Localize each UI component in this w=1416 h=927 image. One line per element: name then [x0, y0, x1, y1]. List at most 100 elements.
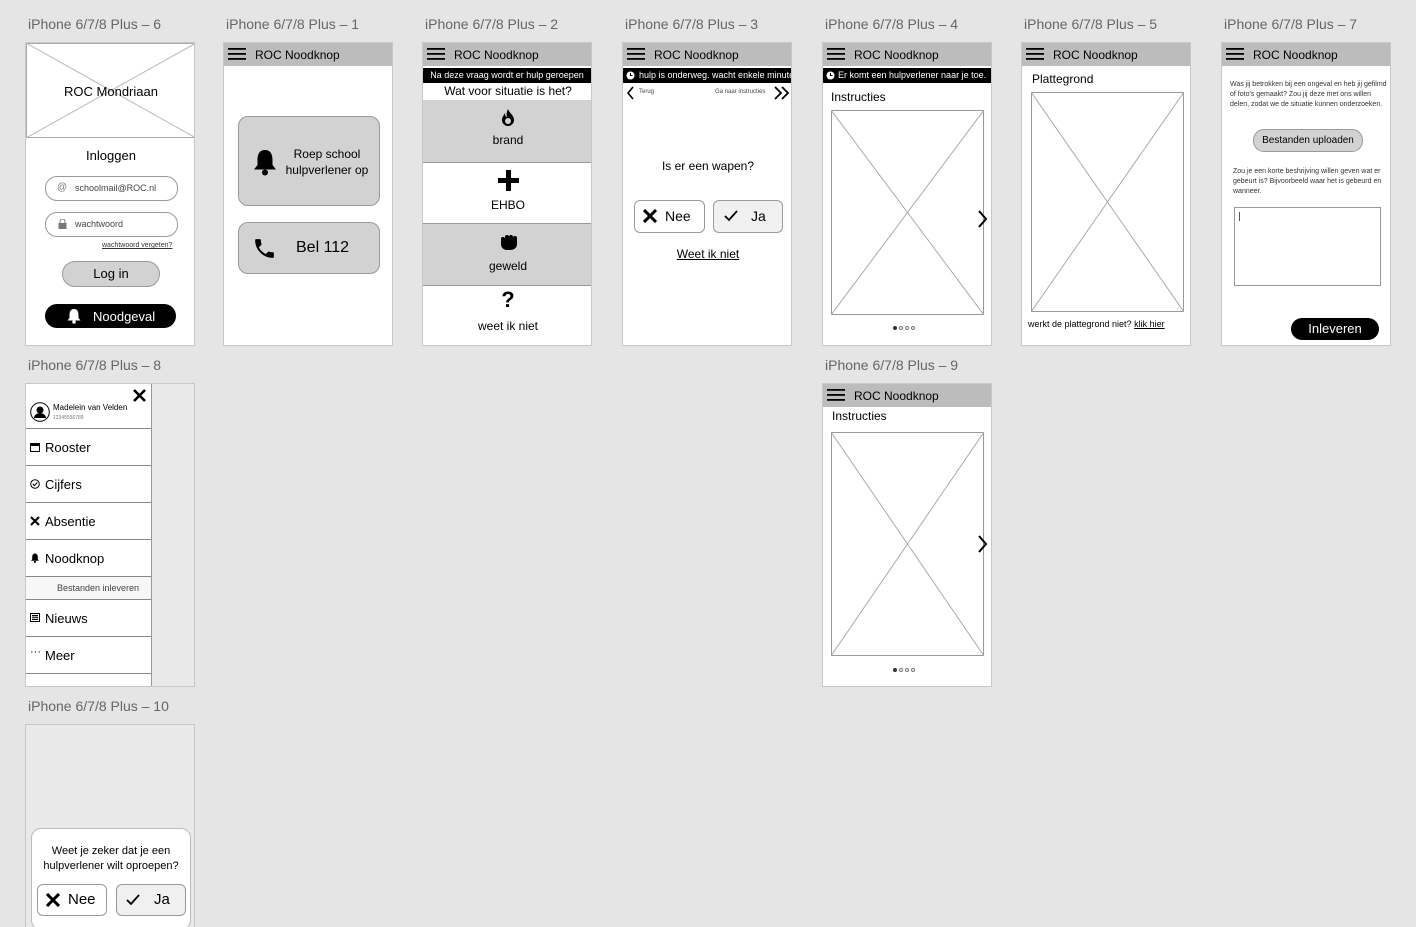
artboard-login: ROC Mondriaan Inloggen @ schoolmail@ROC.…	[25, 42, 195, 346]
call-112-button[interactable]: Bel 112	[238, 222, 380, 274]
app-title: ROC Noodknop	[255, 48, 340, 62]
email-field[interactable]: @ schoolmail@ROC.nl	[45, 176, 178, 201]
submit-button[interactable]: Inleveren	[1291, 318, 1379, 340]
hamburger-icon[interactable]	[427, 48, 445, 60]
login-button[interactable]: Log in	[62, 261, 160, 287]
menu-item-noodknop[interactable]: Noodknop	[26, 540, 151, 577]
menu-item-rooster[interactable]: Rooster	[26, 429, 151, 466]
top-bar: ROC Noodknop	[224, 43, 392, 66]
email-placeholder: schoolmail@ROC.nl	[75, 183, 157, 193]
password-field[interactable]: wachtwoord	[45, 212, 178, 237]
question-mark-icon: ?	[501, 287, 515, 312]
hamburger-icon[interactable]	[827, 389, 845, 401]
double-chevron-right-icon	[774, 86, 790, 100]
upload-files-button[interactable]: Bestanden uploaden	[1253, 129, 1363, 152]
option-violence[interactable]: geweld	[423, 224, 591, 286]
option-label: brand	[492, 133, 524, 147]
menu-item-label: Absentie	[45, 514, 96, 529]
yes-label: Ja	[154, 891, 170, 908]
warning-banner: Na deze vraag wordt er hulp geroepen	[423, 68, 591, 83]
status-banner: hulp is onderweg. wacht enkele minuten	[623, 68, 791, 83]
app-title: ROC Noodknop	[854, 48, 939, 62]
forgot-password-link[interactable]: wachtwoord vergeten?	[102, 242, 172, 249]
floorplan-image-placeholder	[1031, 92, 1184, 312]
more-icon: ···	[30, 646, 41, 658]
user-profile[interactable]: Madelein van Velden 12345556789	[26, 384, 151, 429]
bell-icon	[67, 309, 81, 324]
no-button[interactable]: Nee	[37, 884, 107, 916]
user-name: Madelein van Velden	[53, 403, 128, 412]
option-label: geweld	[488, 259, 528, 273]
to-instructions-label: Ga naar instructies	[715, 89, 766, 95]
menu-item-meer[interactable]: ··· Meer	[26, 637, 151, 674]
check-icon	[724, 210, 738, 222]
artboard-label: iPhone 6/7/8 Plus – 3	[625, 16, 759, 32]
yes-button[interactable]: Ja	[116, 884, 186, 916]
app-title: ROC Noodknop	[854, 389, 939, 403]
status-banner-text: hulp is onderweg. wacht enkele minuten	[639, 70, 791, 80]
calendar-icon	[30, 443, 40, 452]
artboard-label: iPhone 6/7/8 Plus – 8	[28, 357, 162, 373]
hamburger-icon[interactable]	[1226, 48, 1244, 60]
app-title: ROC Noodknop	[1053, 48, 1138, 62]
artboard-confirm: Weet je zeker dat je een hulpverlener wi…	[25, 724, 195, 927]
to-instructions-link[interactable]: Ga naar instructies	[715, 86, 791, 100]
emergency-label: Noodgeval	[93, 309, 156, 324]
emergency-button[interactable]: Noodgeval	[45, 304, 176, 328]
yes-button[interactable]: Ja	[713, 200, 783, 233]
top-bar: ROC Noodknop	[623, 43, 791, 66]
option-first-aid[interactable]: EHBO	[423, 163, 591, 224]
menu-subitem-files[interactable]: Bestanden inleveren	[26, 577, 151, 600]
at-icon: @	[57, 182, 68, 193]
top-bar: ROC Noodknop	[1022, 43, 1190, 66]
clock-icon	[626, 71, 635, 80]
clock-icon	[826, 71, 835, 80]
floorplan-footer: werkt de plattegrond niet? klik hier	[1028, 319, 1165, 329]
option-label: weet ik niet	[477, 319, 539, 333]
plus-icon	[498, 170, 519, 191]
menu-item-absentie[interactable]: Absentie	[26, 503, 151, 540]
floorplan-footer-text: werkt de plattegrond niet?	[1028, 319, 1132, 329]
option-unknown[interactable]: ? weet ik niet	[423, 286, 591, 345]
floorplan-click-here-link[interactable]: klik hier	[1134, 319, 1165, 329]
option-fire[interactable]: brand	[423, 100, 591, 163]
artboard-instructions-2: ROC Noodknop Instructies	[822, 383, 992, 687]
password-placeholder: wachtwoord	[75, 219, 124, 229]
chevron-left-icon	[626, 86, 634, 100]
instructions-heading: Instructies	[832, 409, 887, 423]
menu-item-cijfers[interactable]: Cijfers	[26, 466, 151, 503]
hamburger-icon[interactable]	[228, 48, 246, 60]
description-textarea[interactable]	[1234, 207, 1381, 286]
menu-item-nieuws[interactable]: Nieuws	[26, 600, 151, 637]
no-button[interactable]: Nee	[634, 200, 705, 233]
phone-icon	[255, 239, 274, 258]
artboard-menu: Madelein van Velden 12345556789 Rooster …	[25, 383, 195, 687]
yes-label: Ja	[751, 208, 766, 224]
top-bar: ROC Noodknop	[823, 384, 991, 407]
lock-icon	[58, 219, 67, 229]
call-112-label: Bel 112	[296, 239, 350, 256]
hamburger-icon[interactable]	[827, 48, 845, 60]
call-school-button[interactable]: Roep school hulpverlener op	[238, 116, 380, 206]
artboard-label: iPhone 6/7/8 Plus – 9	[825, 357, 959, 373]
menu-item-label: Noodknop	[45, 551, 105, 566]
hamburger-icon[interactable]	[627, 48, 645, 60]
close-icon	[643, 209, 657, 223]
app-title: ROC Noodknop	[654, 48, 739, 62]
bell-icon	[254, 150, 276, 176]
hamburger-icon[interactable]	[1026, 48, 1044, 60]
dont-know-link[interactable]: Weet ik niet	[623, 247, 791, 261]
artboard-floorplan: ROC Noodknop Plattegrond werkt de platte…	[1021, 42, 1191, 346]
chevron-right-icon[interactable]	[977, 209, 989, 229]
artboard-label: iPhone 6/7/8 Plus – 2	[425, 16, 559, 32]
newspaper-icon	[30, 613, 40, 622]
check-circle-icon	[30, 479, 40, 489]
menu-subitem-label: Bestanden inleveren	[57, 583, 140, 593]
chevron-right-icon[interactable]	[977, 534, 989, 554]
artboard-label: iPhone 6/7/8 Plus – 4	[825, 16, 959, 32]
artboard-instructions: ROC Noodknop Er komt een hulpverlener na…	[822, 42, 992, 346]
artboard-weapon: ROC Noodknop hulp is onderweg. wacht enk…	[622, 42, 792, 346]
login-heading: Inloggen	[86, 148, 136, 163]
status-banner-text: Er komt een hulpverlener naar je toe.	[838, 70, 987, 80]
top-bar: ROC Noodknop	[423, 43, 591, 66]
